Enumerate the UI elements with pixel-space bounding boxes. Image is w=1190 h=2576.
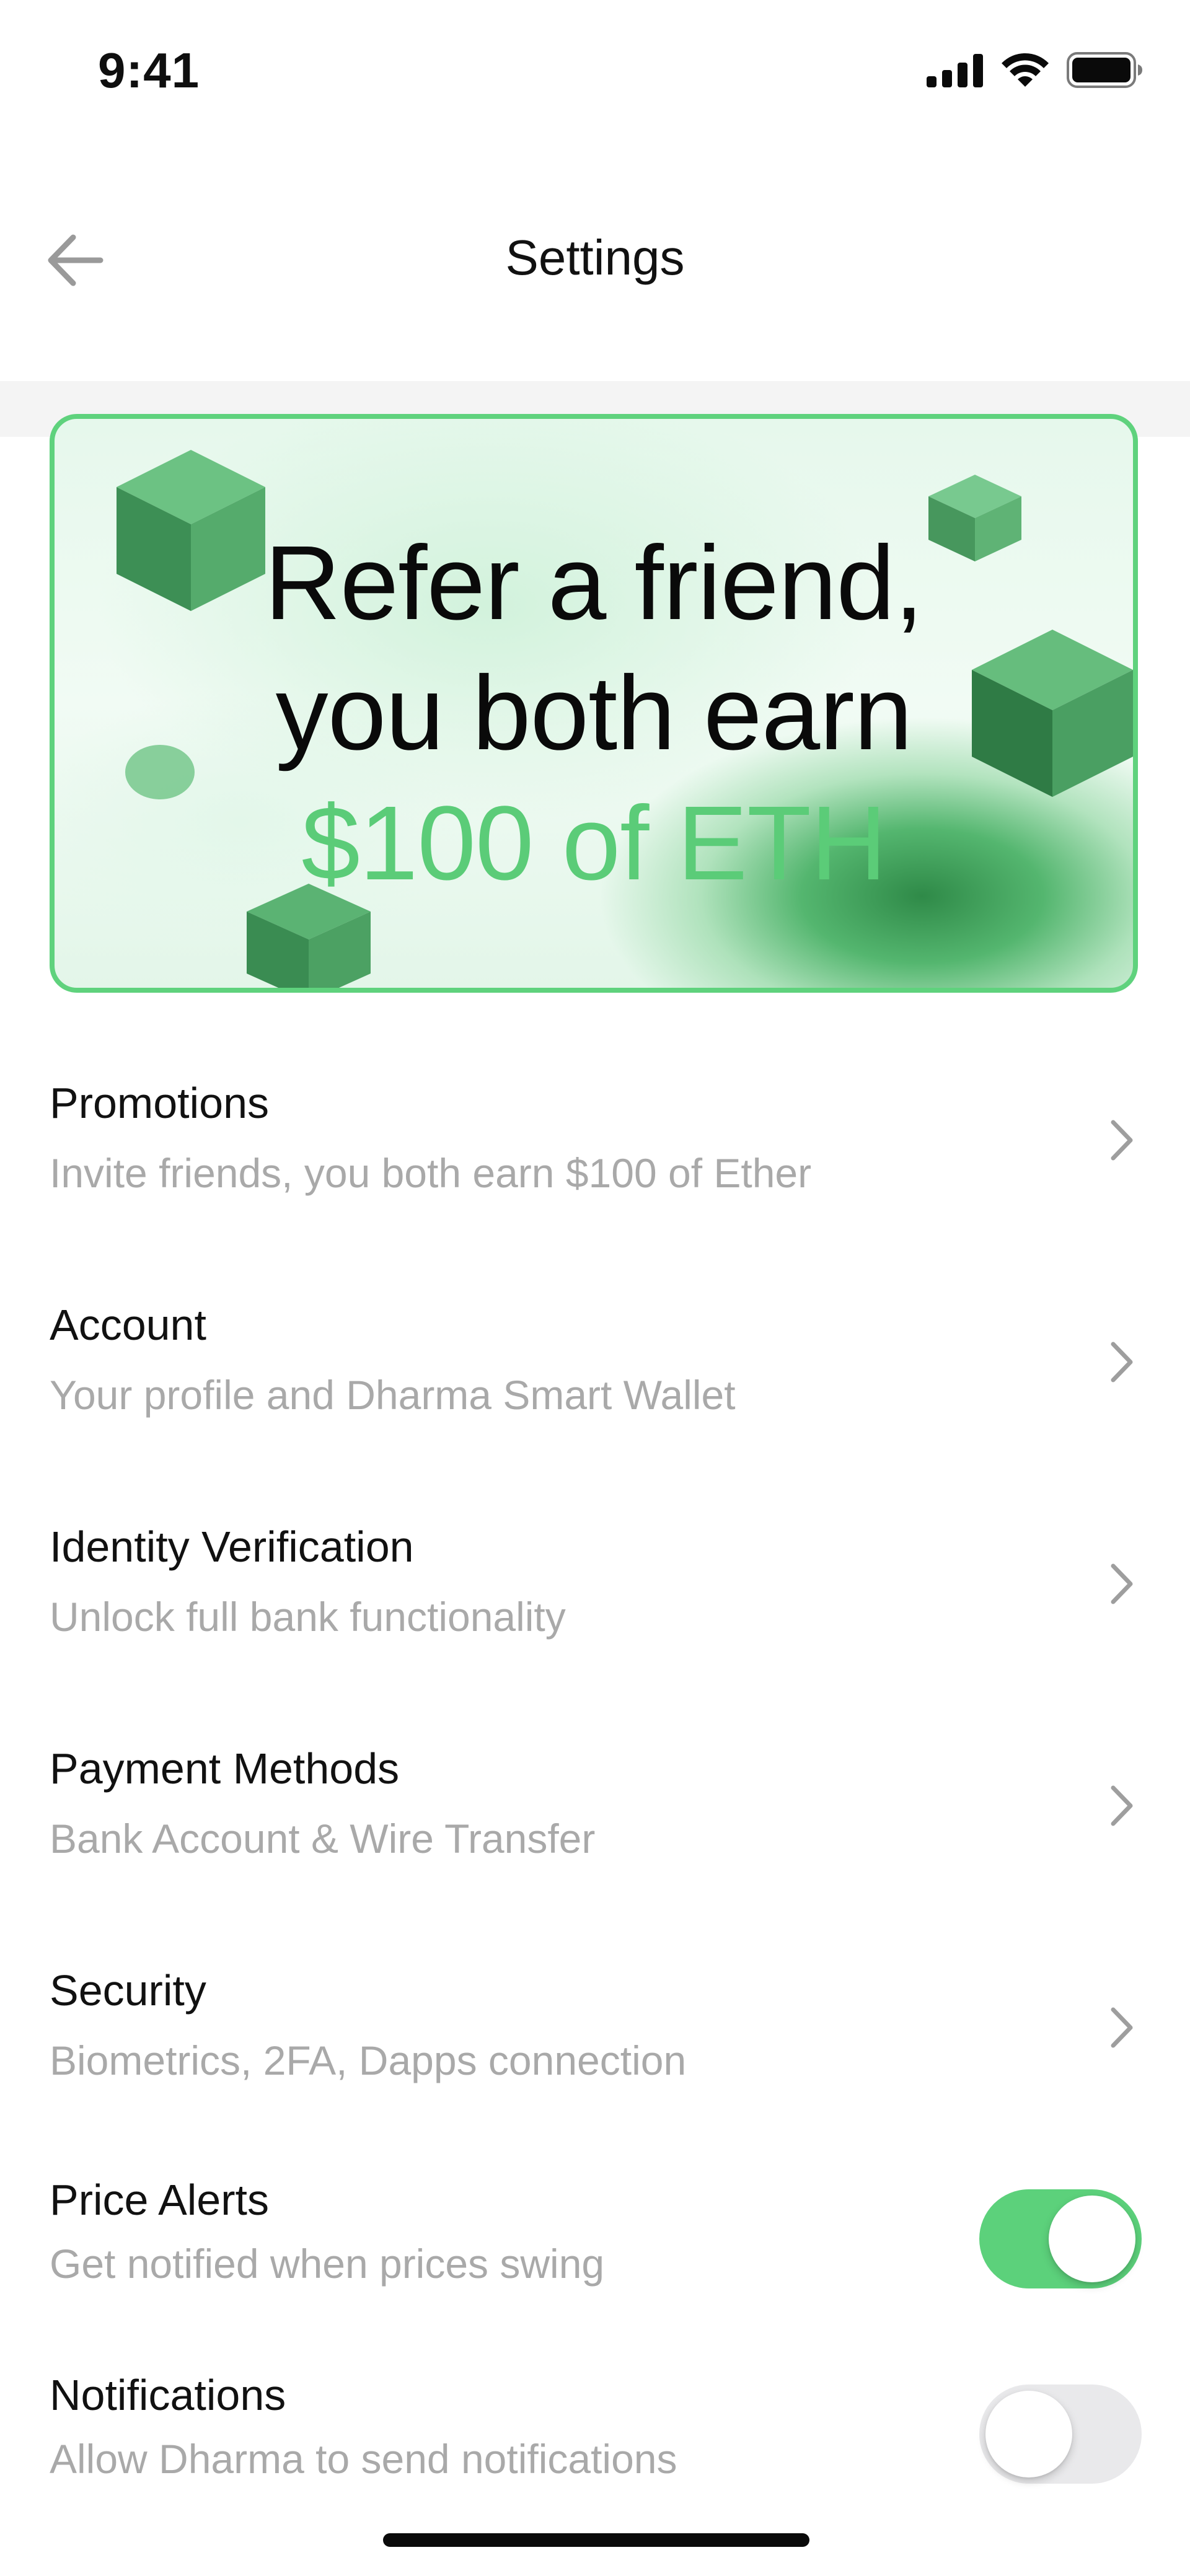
item-title: Promotions bbox=[50, 1079, 270, 1127]
item-subtitle: Invite friends, you both earn $100 of Et… bbox=[50, 1150, 812, 1196]
status-time: 9:41 bbox=[98, 43, 200, 98]
item-title: Payment Methods bbox=[50, 1744, 400, 1793]
toggle-knob bbox=[985, 2391, 1072, 2477]
navigation-bar: Settings bbox=[0, 186, 1190, 335]
settings-item-identity-verification[interactable]: Identity Verification Unlock full bank f… bbox=[0, 1510, 1190, 1695]
settings-item-price-alerts: Price Alerts Get notified when prices sw… bbox=[0, 2169, 1190, 2336]
item-subtitle: Your profile and Dharma Smart Wallet bbox=[50, 1372, 736, 1418]
chevron-right-icon bbox=[1103, 1559, 1140, 1609]
chevron-right-icon bbox=[1103, 1115, 1140, 1165]
status-icons bbox=[927, 52, 1144, 88]
item-title: Price Alerts bbox=[50, 2176, 269, 2224]
item-title: Security bbox=[50, 1966, 206, 2015]
item-subtitle: Biometrics, 2FA, Dapps connection bbox=[50, 2038, 687, 2083]
item-title: Account bbox=[50, 1301, 206, 1349]
settings-item-account[interactable]: Account Your profile and Dharma Smart Wa… bbox=[0, 1288, 1190, 1474]
item-subtitle: Get notified when prices swing bbox=[50, 2241, 605, 2287]
chevron-right-icon bbox=[1103, 1781, 1140, 1831]
banner-line-1: Refer a friend, bbox=[264, 524, 923, 642]
notifications-toggle[interactable] bbox=[979, 2385, 1142, 2484]
banner-line-2: you both earn bbox=[275, 654, 913, 772]
home-indicator bbox=[383, 2533, 809, 2547]
wifi-icon bbox=[1002, 53, 1049, 87]
chevron-right-icon bbox=[1103, 2003, 1140, 2052]
banner-line-3: $100 of ETH bbox=[301, 785, 886, 902]
settings-item-promotions[interactable]: Promotions Invite friends, you both earn… bbox=[0, 1066, 1190, 1252]
item-subtitle: Bank Account & Wire Transfer bbox=[50, 1816, 596, 1862]
price-alerts-toggle[interactable] bbox=[979, 2189, 1142, 2288]
item-title: Notifications bbox=[50, 2371, 286, 2419]
settings-item-security[interactable]: Security Biometrics, 2FA, Dapps connecti… bbox=[0, 1953, 1190, 2139]
cellular-signal-icon bbox=[927, 54, 983, 87]
status-bar: 9:41 bbox=[0, 0, 1190, 149]
battery-icon bbox=[1067, 52, 1142, 88]
page-title: Settings bbox=[505, 230, 685, 285]
banner-headline: Refer a friend, you both earn $100 of ET… bbox=[55, 518, 1133, 908]
settings-item-notifications: Notifications Allow Dharma to send notif… bbox=[0, 2364, 1190, 2531]
item-subtitle: Allow Dharma to send notifications bbox=[50, 2436, 677, 2482]
toggle-knob bbox=[1049, 2196, 1135, 2282]
item-title: Identity Verification bbox=[50, 1523, 414, 1571]
referral-banner[interactable]: Refer a friend, you both earn $100 of ET… bbox=[50, 414, 1138, 993]
item-subtitle: Unlock full bank functionality bbox=[50, 1594, 566, 1640]
chevron-right-icon bbox=[1103, 1337, 1140, 1387]
settings-item-payment-methods[interactable]: Payment Methods Bank Account & Wire Tran… bbox=[0, 1731, 1190, 1917]
